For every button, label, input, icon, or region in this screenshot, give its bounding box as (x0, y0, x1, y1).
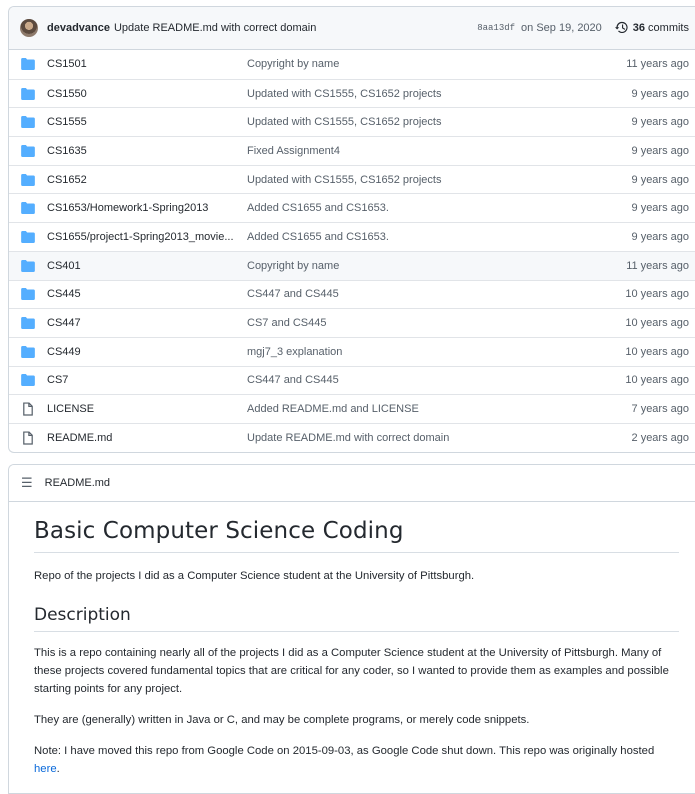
note-end: . (56, 763, 60, 775)
file-row[interactable]: CS7 CS447 and CS445 10 years ago (9, 365, 695, 395)
file-name-link[interactable]: CS7 (47, 374, 247, 386)
commit-message-link[interactable]: mgj7_3 explanation (247, 346, 599, 358)
commit-age: 11 years ago (626, 259, 689, 272)
commits-label: commits (648, 22, 689, 34)
commit-message-link[interactable]: CS7 and CS445 (247, 317, 599, 329)
file-row[interactable]: CS445 CS447 and CS445 10 years ago (9, 279, 695, 309)
file-row[interactable]: README.md Update README.md with correct d… (9, 422, 695, 452)
file-row[interactable]: CS1550 Updated with CS1555, CS1652 projec… (9, 78, 695, 108)
file-row[interactable]: CS401 Copyright by name 11 years ago (9, 250, 695, 280)
readme-title: Basic Computer Science Coding (34, 518, 679, 553)
folder-icon (21, 316, 35, 330)
file-row[interactable]: CS1652 Updated with CS1555, CS1652 projec… (9, 164, 695, 194)
file-name-link[interactable]: CS1653/Homework1-Spring2013 (47, 202, 247, 214)
file-row[interactable]: CS447 CS7 and CS445 10 years ago (9, 308, 695, 337)
here-link[interactable]: here (34, 763, 57, 775)
folder-icon (21, 201, 35, 215)
latest-commit-bar: devadvance Update README.md with correct… (9, 7, 695, 50)
folder-icon (21, 373, 35, 387)
file-name-link[interactable]: CS449 (47, 346, 247, 358)
commit-message-link[interactable]: Added README.md and LICENSE (247, 403, 599, 415)
folder-icon (21, 173, 35, 187)
folder-icon (21, 115, 35, 129)
commit-message-link[interactable]: Fixed Assignment4 (247, 145, 599, 157)
file-name-link[interactable]: CS447 (47, 317, 247, 329)
commits-history-link[interactable]: 36 commits (614, 21, 689, 35)
commit-message-link[interactable]: CS447 and CS445 (247, 374, 599, 386)
file-row[interactable]: LICENSE Added README.md and LICENSE 7 year… (9, 394, 695, 423)
file-name-link[interactable]: CS445 (47, 288, 247, 300)
commit-message-link[interactable]: Updated with CS1555, CS1652 projects (247, 88, 599, 100)
file-name-link[interactable]: CS1635 (47, 145, 247, 157)
list-unordered-icon[interactable]: ☰ (21, 475, 33, 491)
commit-age: 9 years ago (631, 202, 689, 215)
author-avatar[interactable] (20, 19, 38, 37)
folder-icon (21, 87, 35, 101)
folder-icon (21, 287, 35, 301)
commit-author[interactable]: devadvance (47, 22, 110, 34)
file-name-link[interactable]: CS1501 (47, 58, 247, 70)
commit-age: 10 years ago (625, 317, 689, 330)
file-row[interactable]: CS1653/Homework1-Spring2013 Added CS1655 … (9, 193, 695, 222)
readme-panel: ☰ README.md Basic Computer Science Codin… (8, 464, 695, 794)
file-row[interactable]: CS1555 Updated with CS1555, CS1652 projec… (9, 107, 695, 136)
readme-article: Basic Computer Science Coding Repo of th… (9, 502, 695, 778)
section-heading: Description (34, 605, 679, 632)
file-name-link[interactable]: CS1550 (47, 88, 247, 100)
commit-message-link[interactable]: CS447 and CS445 (247, 288, 599, 300)
commit-message-link[interactable]: Copyright by name (247, 58, 599, 70)
readme-filename[interactable]: README.md (45, 477, 110, 489)
commit-message-link[interactable]: Copyright by name (247, 260, 599, 272)
commit-message-link[interactable]: Added CS1655 and CS1653. (247, 202, 599, 214)
description-paragraph-1: This is a repo containing nearly all of … (34, 647, 669, 695)
commit-age: 11 years ago (626, 58, 689, 71)
file-name-link[interactable]: CS1652 (47, 174, 247, 186)
file-name-link[interactable]: CS1655/project1-Spring2013_movie... (47, 231, 247, 243)
file-list: CS1501 Copyright by name 11 years ago CS155… (9, 50, 695, 452)
readme-intro: Repo of the projects I did as a Computer… (34, 570, 475, 582)
file-name-link[interactable]: CS401 (47, 260, 247, 272)
commit-message[interactable]: Update README.md with correct domain (114, 22, 316, 34)
commit-sha[interactable]: 8aa13df (477, 23, 515, 33)
file-row[interactable]: CS1501 Copyright by name 11 years ago (9, 50, 695, 79)
file-row[interactable]: CS449 mgj7_3 explanation 10 years ago (9, 336, 695, 366)
folder-icon (21, 57, 35, 71)
file-name-link[interactable]: README.md (47, 432, 247, 444)
commit-age: 9 years ago (631, 116, 689, 129)
history-icon (614, 21, 628, 34)
file-row[interactable]: CS1655/project1-Spring2013_movie... Added… (9, 222, 695, 251)
file-name-link[interactable]: CS1555 (47, 116, 247, 128)
commit-age: 7 years ago (631, 403, 689, 416)
commit-age: 9 years ago (631, 173, 689, 186)
folder-icon (21, 345, 35, 359)
commit-age: 10 years ago (625, 345, 689, 358)
commit-age: 2 years ago (631, 431, 689, 444)
description-paragraph-2: They are (generally) written in Java or … (34, 714, 530, 726)
file-navigator: devadvance Update README.md with correct… (8, 6, 695, 453)
commit-age: 9 years ago (631, 87, 689, 100)
folder-icon (21, 259, 35, 273)
note-text: Note: I have moved this repo from Google… (34, 745, 655, 757)
file-icon (21, 402, 35, 416)
folder-icon (21, 144, 35, 158)
file-name-link[interactable]: LICENSE (47, 403, 247, 415)
commit-message-link[interactable]: Updated with CS1555, CS1652 projects (247, 116, 599, 128)
commit-age: 9 years ago (631, 144, 689, 157)
commits-count: 36 (632, 22, 646, 34)
readme-header: ☰ README.md (9, 465, 695, 502)
commit-age: 9 years ago (631, 230, 689, 243)
commit-message-link[interactable]: Updated with CS1555, CS1652 projects (247, 174, 599, 186)
commit-age: 10 years ago (625, 374, 689, 387)
file-icon (21, 431, 35, 445)
commit-age: 10 years ago (625, 288, 689, 301)
commit-message-link[interactable]: Added CS1655 and CS1653. (247, 231, 599, 243)
folder-icon (21, 230, 35, 244)
file-row[interactable]: CS1635 Fixed Assignment4 9 years ago (9, 136, 695, 165)
commit-date: on Sep 19, 2020 (521, 22, 602, 34)
commit-message-link[interactable]: Update README.md with correct domain (247, 432, 599, 444)
description-paragraph-3: Note: I have moved this repo from Google… (34, 742, 679, 778)
